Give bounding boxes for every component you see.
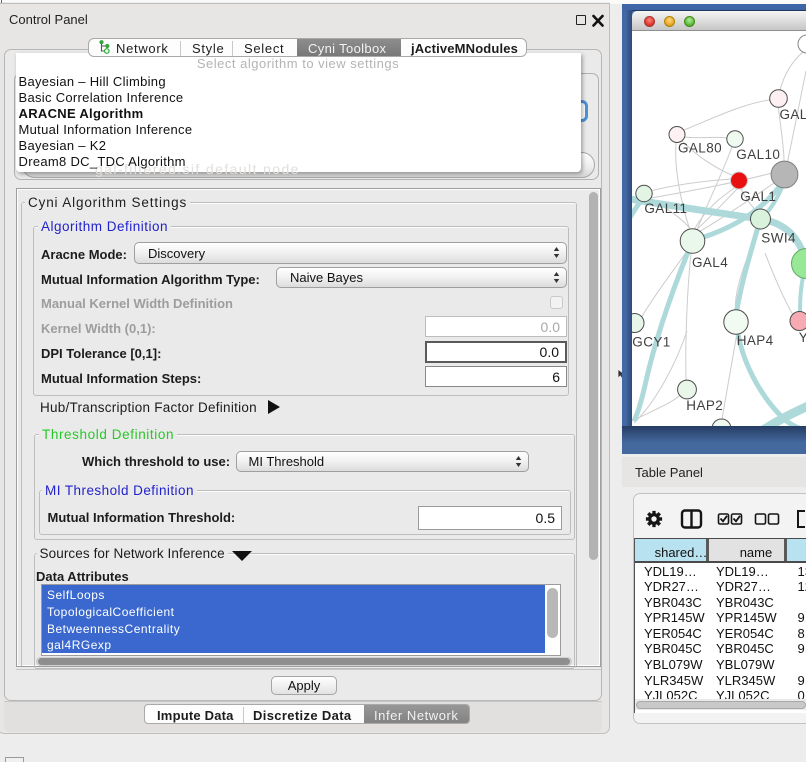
svg-text:HAP4: HAP4 (737, 333, 774, 348)
svg-text:GCY1: GCY1 (632, 334, 670, 349)
svg-text:GAL11: GAL11 (644, 201, 687, 216)
svg-text:GAL7: GAL7 (780, 107, 806, 122)
svg-text:HAP2: HAP2 (686, 398, 723, 413)
svg-text:GAL80: GAL80 (678, 141, 722, 156)
svg-text:Y: Y (799, 330, 806, 345)
svg-text:SWI4: SWI4 (761, 231, 796, 246)
svg-text:GAL4: GAL4 (692, 255, 728, 270)
svg-text:GAL1: GAL1 (740, 189, 776, 204)
svg-text:GAL10: GAL10 (736, 147, 780, 162)
